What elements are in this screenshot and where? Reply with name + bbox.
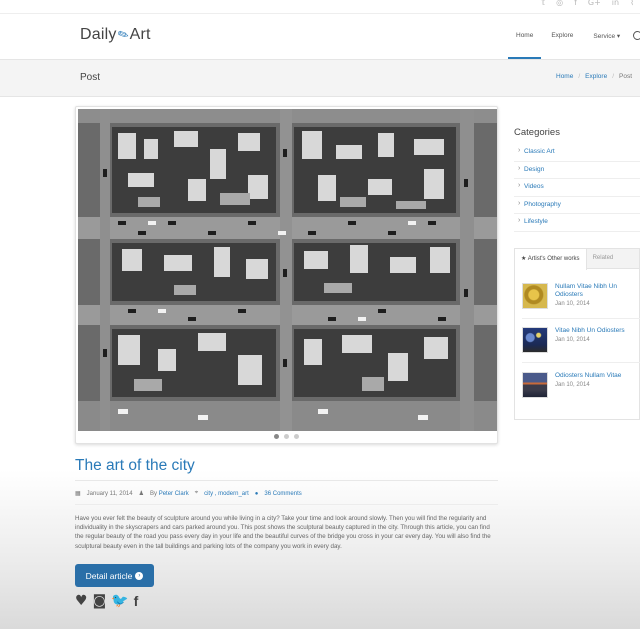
nav-explore[interactable]: Explore [541, 14, 583, 59]
divider [75, 504, 498, 505]
site-logo[interactable]: Daily✎Art [80, 25, 151, 44]
category-videos[interactable]: Videos [514, 179, 640, 197]
work-date: Jan 10, 2014 [555, 337, 590, 343]
dribbble-icon[interactable]: ◎ [556, 0, 563, 7]
linkedin-icon[interactable]: in [612, 0, 619, 7]
work-title[interactable]: Vitae Nibh Un Odiosters [555, 327, 640, 335]
google-plus-icon[interactable]: G+ [588, 0, 601, 7]
twitter-icon[interactable]: 𝕥 [541, 0, 545, 7]
tab-label: Artist's Other works [527, 256, 580, 262]
work-date: Jan 10, 2014 [555, 382, 590, 388]
work-title[interactable]: Nullam Vitae Nibh Un Odiosters [555, 283, 640, 299]
categories-list: Classic Art Design Videos Photography Li… [514, 144, 640, 232]
carousel-dot[interactable] [294, 434, 299, 439]
author-prefix: By [150, 490, 158, 497]
category-design[interactable]: Design [514, 162, 640, 179]
comments-link[interactable]: 36 Comments [264, 491, 301, 497]
page-title-bar: Post Home / Explore / Post [0, 59, 640, 97]
work-thumbnail-landscape[interactable] [522, 372, 548, 398]
logo-text-right: Art [129, 26, 151, 43]
main-nav: Home Explore Service ▾ [508, 14, 630, 59]
logo-text-left: Daily [80, 26, 117, 43]
arrow-right-icon: › [135, 571, 144, 580]
work-item[interactable]: Odiosters Nullam Vitae Jan 10, 2014 [522, 372, 640, 400]
tag-icon: ⌖ [194, 490, 199, 496]
share-icons: ♥ ◙ 🐦 f [75, 593, 138, 609]
tab-artists-other-works[interactable]: ★ Artist's Other works [515, 249, 587, 270]
author-link[interactable]: Peter Clark [159, 491, 189, 497]
category-lifestyle[interactable]: Lifestyle [514, 214, 640, 232]
rss-icon[interactable]: ⌇ [630, 0, 634, 7]
work-thumbnail-starry-night[interactable] [522, 327, 548, 353]
search-icon[interactable] [633, 31, 640, 40]
site-header: Daily✎Art Home Explore Service ▾ [0, 14, 640, 59]
carousel-dot[interactable] [274, 434, 279, 439]
work-title[interactable]: Odiosters Nullam Vitae [555, 372, 640, 380]
category-classic-art[interactable]: Classic Art [514, 144, 640, 162]
tab-header: ★ Artist's Other works Related [515, 249, 639, 270]
facebook-icon[interactable]: f [134, 593, 139, 609]
social-bar: 𝕥 ◎ f G+ in ⌇ [0, 0, 640, 12]
nav-service[interactable]: Service ▾ [583, 14, 630, 59]
breadcrumb-home[interactable]: Home [556, 73, 573, 80]
breadcrumb: Home / Explore / Post [556, 73, 632, 80]
article-title[interactable]: The art of the city [75, 457, 195, 475]
twitter-icon[interactable]: 🐦 [111, 593, 128, 609]
user-icon: ♟ [138, 491, 144, 497]
category-photography[interactable]: Photography [514, 197, 640, 214]
carousel-dot[interactable] [284, 434, 289, 439]
instagram-icon[interactable]: ◙ [93, 593, 107, 609]
star-icon: ★ [521, 256, 527, 262]
categories-title: Categories [514, 127, 560, 138]
detail-article-button[interactable]: Detail article › [75, 564, 154, 587]
breadcrumb-explore[interactable]: Explore [585, 73, 607, 80]
detail-article-label: Detail article [85, 570, 133, 581]
work-date: Jan 10, 2014 [555, 301, 590, 307]
city-aerial-photo[interactable] [78, 109, 497, 431]
breadcrumb-current: Post [619, 73, 633, 80]
nav-home[interactable]: Home [508, 14, 542, 59]
calendar-icon: ▦ [75, 491, 81, 497]
heart-icon[interactable]: ♥ [75, 593, 88, 609]
facebook-icon[interactable]: f [574, 0, 577, 7]
work-thumbnail-sunflowers[interactable] [522, 283, 548, 309]
tab-related[interactable]: Related [587, 249, 620, 268]
divider [522, 318, 640, 319]
divider [522, 362, 640, 363]
breadcrumb-separator: / [578, 73, 581, 80]
work-item[interactable]: Nullam Vitae Nibh Un Odiosters Jan 10, 2… [522, 283, 640, 311]
carousel-indicators [76, 434, 497, 439]
breadcrumb-separator: / [612, 73, 615, 80]
article-excerpt: Have you ever felt the beauty of sculptu… [75, 515, 491, 550]
article-meta: ▦ January 11, 2014 ♟ By Peter Clark ⌖ ci… [75, 490, 302, 497]
page-title: Post [80, 72, 101, 83]
work-item[interactable]: Vitae Nibh Un Odiosters Jan 10, 2014 [522, 327, 640, 355]
comments-icon: ● [254, 490, 259, 497]
article-date: January 11, 2014 [86, 490, 133, 497]
divider [75, 480, 498, 481]
image-carousel [75, 106, 498, 444]
works-tab-panel: ★ Artist's Other works Related Nullam Vi… [514, 248, 640, 420]
article-tags[interactable]: city , modern_art [204, 491, 249, 497]
